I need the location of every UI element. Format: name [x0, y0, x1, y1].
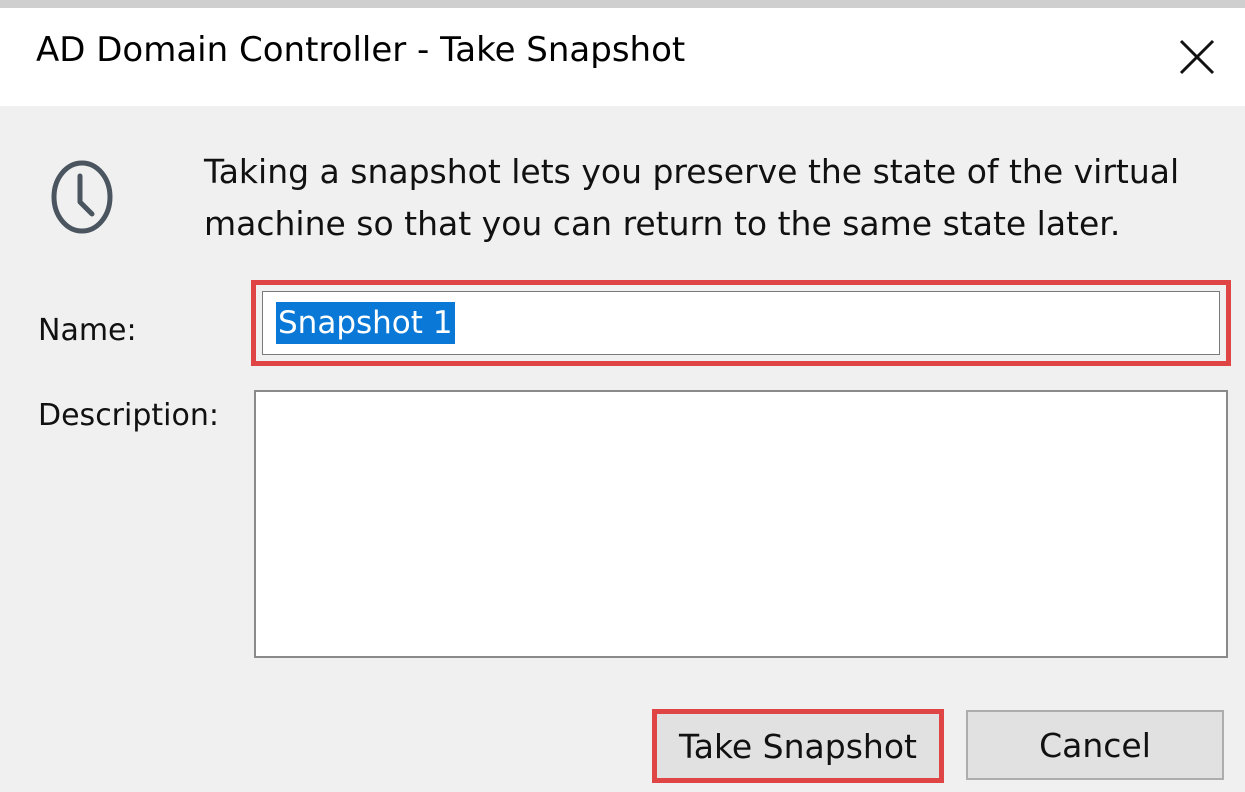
cancel-label: Cancel: [1039, 725, 1151, 765]
dialog-title: AD Domain Controller - Take Snapshot: [36, 30, 686, 70]
title-bar: AD Domain Controller - Take Snapshot: [0, 8, 1245, 106]
close-button[interactable]: [1162, 22, 1232, 92]
close-icon: [1179, 39, 1215, 75]
name-label: Name:: [38, 313, 137, 348]
description-label: Description:: [38, 398, 219, 433]
cancel-button[interactable]: Cancel: [966, 710, 1224, 780]
name-highlight-box: [251, 280, 1231, 366]
description-input[interactable]: [254, 390, 1228, 658]
take-snapshot-button[interactable]: Take Snapshot: [652, 709, 944, 783]
info-text: Taking a snapshot lets you preserve the …: [204, 152, 1180, 243]
take-snapshot-dialog: AD Domain Controller - Take Snapshot Tak…: [0, 0, 1245, 792]
clock-icon: [51, 160, 113, 234]
take-snapshot-label: Take Snapshot: [679, 726, 917, 766]
